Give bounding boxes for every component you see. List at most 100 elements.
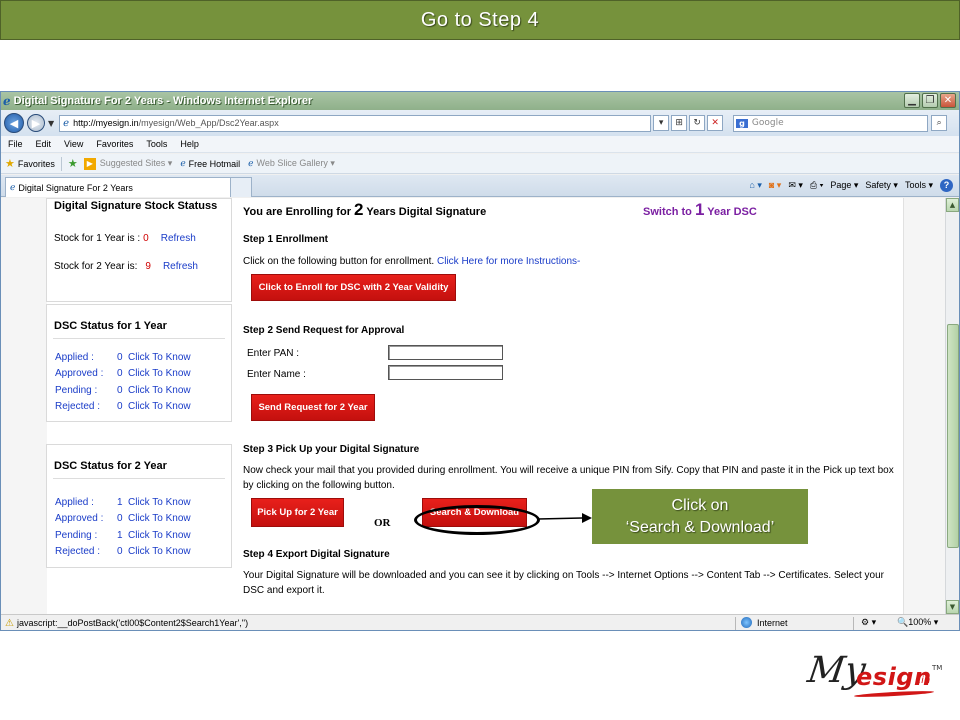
callout-line1: Click on [671, 496, 729, 514]
instructions-link[interactable]: Click Here for more Instructions- [437, 256, 580, 267]
page-viewport: Digital Signature Stock Statuss Stock fo… [1, 198, 959, 614]
menu-help[interactable]: Help [180, 139, 199, 149]
close-button[interactable]: ✕ [940, 93, 956, 108]
page-icon: ℯ [63, 117, 70, 129]
search-go-icon[interactable]: ⌕ [931, 115, 948, 131]
switch-1yr-link[interactable]: Switch to 1 Year DSC [643, 200, 757, 220]
add-favorite-icon[interactable]: ★ [68, 157, 78, 170]
fav-web-slice-gallery[interactable]: Web Slice Gallery ▾ [257, 158, 335, 169]
status2-applied-link[interactable]: Click To Know [128, 497, 191, 508]
maximize-button[interactable]: ❐ [922, 93, 938, 108]
instruction-callout: Click on ‘Search & Download’ [592, 489, 808, 544]
protected-mode-icon[interactable]: ⚙ ▾ [861, 617, 876, 628]
step4-title: Step 4 Export Digital Signature [243, 549, 390, 560]
send-request-button[interactable]: Send Request for 2 Year [251, 394, 375, 421]
scroll-up-icon[interactable]: ▲ [946, 198, 959, 212]
favorites-button[interactable]: Favorites [18, 159, 55, 169]
status1-approved-link[interactable]: Click To Know [128, 368, 191, 379]
minimize-button[interactable]: ▁ [904, 93, 920, 108]
zoom-control[interactable]: 🔍100% ▾ [897, 617, 938, 628]
mail-icon[interactable]: ✉ ▾ [788, 180, 803, 191]
menu-bar: File Edit View Favorites Tools Help [1, 136, 959, 153]
status1-rejected-link[interactable]: Click To Know [128, 401, 191, 412]
back-button[interactable]: ◀ [4, 113, 24, 133]
fav-suggested-sites[interactable]: Suggested Sites ▾ [100, 158, 173, 169]
status2-rejected-link[interactable]: Click To Know [128, 546, 191, 557]
status1-pending-row: Pending :0 Click To Know [55, 385, 191, 396]
stop-icon[interactable]: ✕ [707, 115, 724, 131]
status2-applied-row: Applied :1 Click To Know [55, 497, 191, 508]
fav-free-hotmail[interactable]: Free Hotmail [189, 159, 241, 169]
stock-panel: Digital Signature Stock Statuss Stock fo… [46, 198, 232, 302]
status1-applied-row: Applied :0 Click To Know [55, 352, 191, 363]
tab-bar: ℯ Digital Signature For 2 Years ⌂ ▾ ◙ ▾ … [1, 175, 959, 197]
scroll-down-icon[interactable]: ▼ [946, 600, 959, 614]
step3-title: Step 3 Pick Up your Digital Signature [243, 444, 420, 455]
status1-pending-link[interactable]: Click To Know [128, 385, 191, 396]
stock-2yr-row: Stock for 2 Year is: 9 Refresh [54, 261, 198, 272]
name-label: Enter Name : [247, 369, 306, 380]
pickup-button[interactable]: Pick Up for 2 Year [251, 498, 344, 527]
search-placeholder: Google [751, 118, 784, 128]
address-bar-row: ◀ ▶ ▼ ℯ http://myesign.in /myesign/Web_A… [1, 110, 959, 136]
enrollment-form: You are Enrolling for 2 Years Digital Si… [232, 198, 903, 614]
stock-title: Digital Signature Stock Statuss [54, 200, 218, 212]
menu-tools[interactable]: Tools [146, 139, 167, 149]
status1-applied-link[interactable]: Click To Know [128, 352, 191, 363]
refresh-icon[interactable]: ↻ [689, 115, 706, 131]
hotmail-icon: ℯ [180, 158, 186, 168]
url-path: /myesign/Web_App/Dsc2Year.aspx [138, 118, 279, 128]
callout-arrow [538, 513, 592, 523]
window-title: Digital Signature For 2 Years - Windows … [13, 95, 313, 107]
status1-title: DSC Status for 1 Year [54, 320, 167, 332]
history-dropdown-icon[interactable]: ▼ [48, 119, 54, 128]
print-icon[interactable]: ⎙ ▾ [810, 180, 823, 191]
status2-pending-link[interactable]: Click To Know [128, 530, 191, 541]
status1-rejected-row: Rejected :0 Click To Know [55, 401, 191, 412]
stock-2yr-refresh-link[interactable]: Refresh [163, 261, 198, 272]
address-input[interactable]: ℯ http://myesign.in /myesign/Web_App/Dsc… [59, 114, 652, 132]
compat-view-icon[interactable]: ⊞ [671, 115, 688, 131]
menu-file[interactable]: File [8, 139, 23, 149]
name-input[interactable] [388, 365, 503, 380]
logo-swoosh [853, 689, 935, 699]
cmd-tools[interactable]: Tools ▾ [905, 180, 933, 191]
security-zone[interactable]: Internet [741, 617, 788, 628]
feeds-icon[interactable]: ◙ ▾ [769, 180, 781, 191]
globe-icon [741, 617, 752, 628]
vertical-scrollbar[interactable]: ▲ ▼ [945, 198, 959, 614]
cmd-safety[interactable]: Safety ▾ [865, 180, 898, 191]
or-separator: OR [374, 517, 391, 529]
zone-label: Internet [757, 617, 788, 628]
status2-approved-row: Approved :0 Click To Know [55, 513, 191, 524]
suggested-sites-icon: ▶ [83, 157, 96, 170]
favorites-star-icon[interactable]: ★ [5, 157, 15, 170]
status2-approved-link[interactable]: Click To Know [128, 513, 191, 524]
tab-page-icon: ℯ [10, 182, 16, 192]
enroll-button[interactable]: Click to Enroll for DSC with 2 Year Vali… [251, 274, 456, 301]
home-icon[interactable]: ⌂ ▾ [749, 180, 761, 191]
url-host: http://myesign.in [73, 118, 139, 128]
step4-text: Your Digital Signature will be downloade… [243, 570, 884, 596]
stock-1yr-label: Stock for 1 Year is : [54, 233, 141, 244]
stock-1yr-refresh-link[interactable]: Refresh [161, 233, 196, 244]
stock-2yr-label: Stock for 2 Year is: [54, 261, 138, 272]
callout-line2: ‘Search & Download’ [625, 518, 775, 536]
stock-1yr-value: 0 [143, 233, 149, 244]
help-icon[interactable]: ? [940, 179, 953, 192]
logo-tm: TM [932, 664, 943, 672]
tab-title: Digital Signature For 2 Years [18, 182, 133, 193]
url-dropdown-icon[interactable]: ▾ [653, 115, 670, 131]
search-input[interactable]: g Google [733, 114, 929, 132]
menu-edit[interactable]: Edit [36, 139, 52, 149]
forward-button[interactable]: ▶ [27, 114, 45, 132]
pan-label: Enter PAN : [247, 348, 300, 359]
new-tab-button[interactable] [230, 177, 252, 197]
tab-digital-signature[interactable]: ℯ Digital Signature For 2 Years [5, 177, 251, 197]
scroll-thumb[interactable] [947, 324, 959, 548]
menu-view[interactable]: View [64, 139, 83, 149]
cmd-page[interactable]: Page ▾ [830, 180, 858, 191]
pan-input[interactable] [388, 345, 503, 360]
menu-favorites[interactable]: Favorites [96, 139, 133, 149]
stock-2yr-value: 9 [145, 261, 151, 272]
